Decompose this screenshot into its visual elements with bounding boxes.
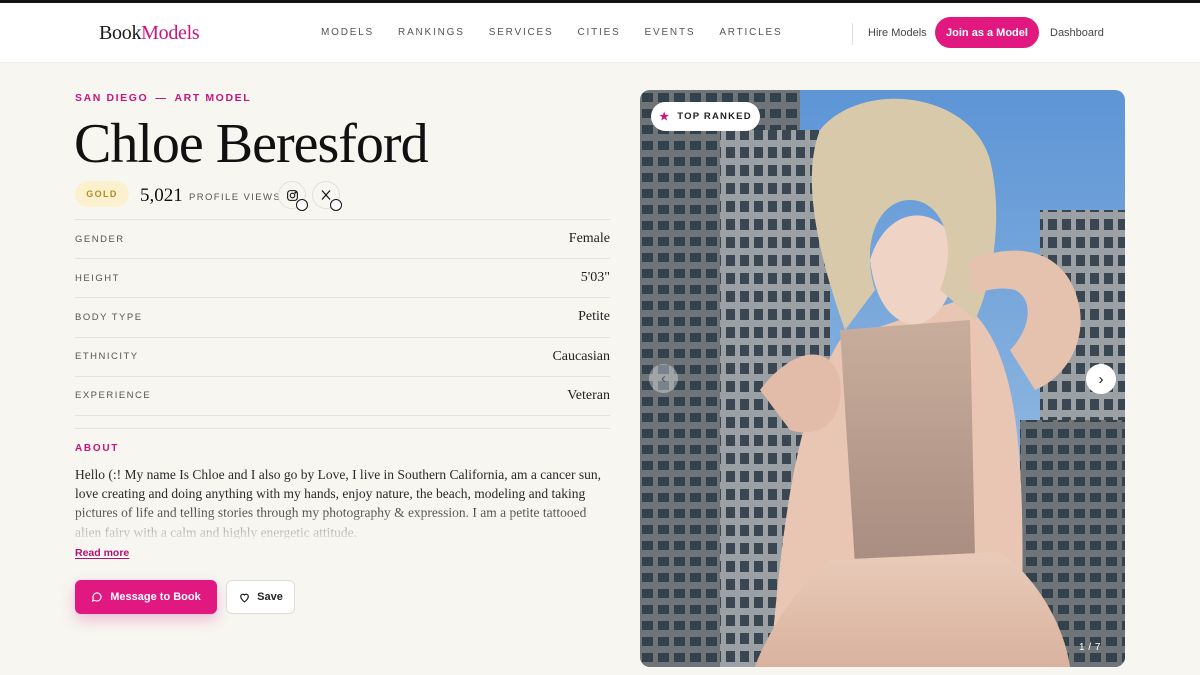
attribute-value: 5'03" (580, 270, 610, 286)
attribute-row: HEIGHT 5'03" (75, 259, 610, 299)
profile-name: Chloe Beresford (74, 113, 429, 175)
profile-city: SAN DIEGO (75, 92, 149, 104)
brand-logo-part1: Book (99, 22, 142, 44)
dashboard-link[interactable]: Dashboard (1050, 27, 1104, 39)
attribute-value: Caucasian (552, 348, 610, 364)
instagram-button[interactable] (278, 181, 308, 211)
save-button-label: Save (257, 591, 283, 603)
save-button[interactable]: Save (226, 580, 295, 614)
photo-counter: 1 / 7 (1079, 642, 1101, 653)
attribute-label: EXPERIENCE (75, 390, 152, 402)
attribute-label: GENDER (75, 233, 125, 245)
attribute-row: ETHNICITY Caucasian (75, 338, 610, 377)
eyebrow-separator: — (155, 92, 168, 104)
nav-models[interactable]: MODELS (321, 27, 374, 38)
top-ranked-label: TOP RANKED (677, 111, 752, 122)
chevron-right-icon: › (1098, 370, 1104, 388)
attribute-value: Veteran (567, 387, 610, 403)
attribute-value: Petite (578, 309, 610, 325)
top-ranked-badge: ★ TOP RANKED (651, 102, 760, 131)
main-nav: MODELS RANKINGS SERVICES CITIES EVENTS A… (321, 27, 782, 38)
social-indicator (296, 199, 308, 211)
profile-photo (640, 90, 1125, 667)
message-button-label: Message to Book (110, 591, 201, 603)
attributes-list: GENDER Female HEIGHT 5'03" BODY TYPE Pet… (75, 219, 610, 416)
about-fade-overlay (75, 505, 615, 541)
nav-rankings[interactable]: RANKINGS (398, 27, 465, 38)
chat-bubble-icon (91, 592, 102, 602)
instagram-icon (286, 189, 298, 201)
profile-photo-carousel[interactable]: ★ TOP RANKED ‹ › 1 / 7 (640, 90, 1125, 667)
star-icon: ★ (659, 111, 671, 123)
about-divider (75, 428, 610, 429)
x-button[interactable] (312, 181, 342, 211)
read-more-link[interactable]: Read more (75, 547, 129, 559)
header-divider (852, 23, 853, 45)
attribute-value: Female (568, 231, 610, 247)
attribute-label: ETHNICITY (75, 351, 139, 363)
profile-eyebrow: SAN DIEGO — ART MODEL (75, 92, 251, 104)
profile-views-count: 5,021 (140, 185, 183, 206)
hire-models-link[interactable]: Hire Models (868, 27, 927, 39)
join-as-model-button[interactable]: Join as a Model (935, 17, 1039, 48)
attribute-label: HEIGHT (75, 272, 120, 284)
tier-badge: GOLD (75, 181, 129, 207)
previous-photo-button[interactable]: ‹ (649, 364, 678, 393)
attribute-label: BODY TYPE (75, 311, 143, 323)
profile-category: ART MODEL (174, 92, 252, 104)
heart-icon (240, 593, 250, 603)
social-indicator (330, 199, 342, 211)
message-to-book-button[interactable]: Message to Book (75, 580, 217, 614)
nav-services[interactable]: SERVICES (489, 27, 554, 38)
brand-logo-part2: Models (141, 22, 200, 44)
nav-events[interactable]: EVENTS (645, 27, 696, 38)
attribute-row: EXPERIENCE Veteran (75, 377, 610, 416)
nav-articles[interactable]: ARTICLES (719, 27, 782, 38)
profile-views-label: PROFILE VIEWS (189, 192, 282, 203)
x-icon (321, 190, 331, 200)
chevron-left-icon: ‹ (661, 370, 666, 387)
brand-logo[interactable]: BookModels (99, 22, 200, 45)
about-heading: ABOUT (75, 443, 120, 454)
attribute-row: GENDER Female (75, 220, 610, 260)
site-header: BookModels MODELS RANKINGS SERVICES CITI… (0, 3, 1200, 63)
attribute-row: BODY TYPE Petite (75, 298, 610, 338)
nav-cities[interactable]: CITIES (577, 27, 620, 38)
next-photo-button[interactable]: › (1086, 364, 1116, 394)
